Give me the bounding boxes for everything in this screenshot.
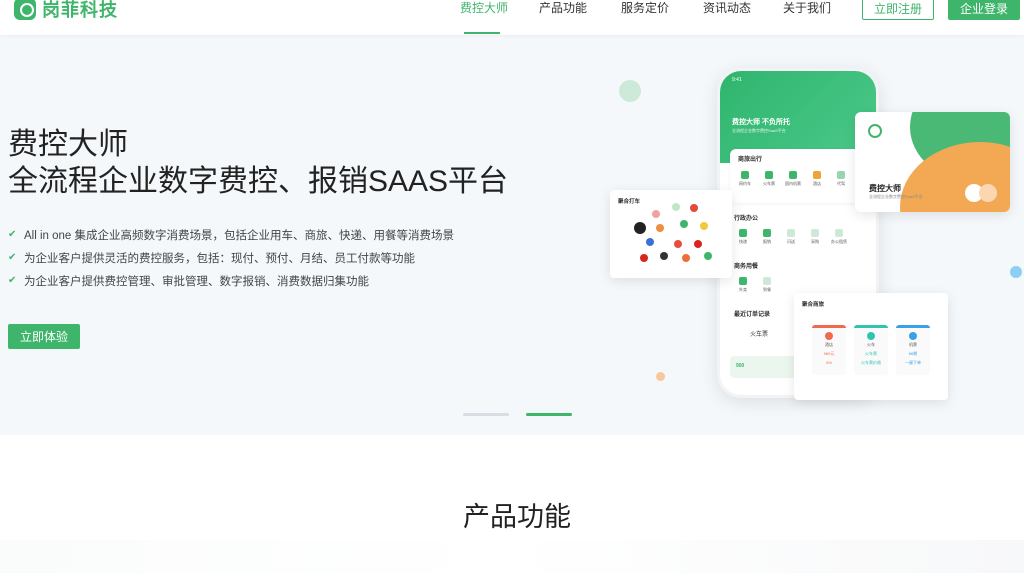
check-icon: ✔ [8,229,17,240]
feature-item: ✔ All in one 集成企业高频数字消费场景，包括企业用车、商旅、快递、用… [8,223,454,246]
train-icon [867,332,875,340]
taxi-logo-icon [690,204,698,212]
taxi-logo-icon [704,252,712,260]
travel-section-title: 商旅出行 [738,157,763,163]
office-icons: 快递 报销 闪送 采购 办公租赁 [734,229,848,245]
trip-col-price: 960元 [823,351,835,356]
nav-item-product-features[interactable]: 产品功能 [522,0,604,35]
hotel-icon [825,332,833,340]
section-strip [0,540,1024,573]
taxi-logo-icon [656,224,664,232]
nav-item-about-us[interactable]: 关于我们 [768,0,846,35]
register-button[interactable]: 立即注册 [862,0,934,20]
enterprise-login-button[interactable]: 企业登录 [948,0,1020,20]
taxi-logo-icon [682,254,690,262]
office-rent-icon[interactable]: 办公租赁 [830,229,848,245]
feature-item: ✔ 为企业客户提供灵活的费控服务，包括：现付、预付、月结、员工付款等功能 [8,246,454,269]
taxi-aggregation-card: 聚合打车 [610,190,732,278]
brand-card-subtitle: 全流程企业数字费控SaaS平台 [869,194,923,199]
designated-driver-icon[interactable]: 代驾 [832,171,850,187]
hero-banner: 费控大师 全流程企业数字费控、报销SAAS平台 ✔ All in one 集成企… [0,35,1024,435]
trip-col-label: 机票 [909,342,917,347]
taxi-logo-icon [646,238,654,246]
orders-section-title: 最近订单记录 [734,312,771,318]
brand-card-title: 费控大师 [869,184,901,193]
brand-card-dot [979,184,997,202]
plane-icon [909,332,917,340]
decor-circle [619,80,641,102]
top-navbar: 岗菲科技 费控大师 产品功能 服务定价 资讯动态 关于我们 立即注册 企业登录 [0,0,1024,35]
phone-headline: 费控大师 不负所托 [732,119,790,126]
taxi-card-title: 聚合打车 [618,199,641,205]
trip-col-note: 火车票价格 [861,360,881,365]
trip-column-hotel: 酒店 960元 6% [812,325,846,375]
meal-section-title: 商务用餐 [734,264,759,270]
trip-card-title: 聚合商旅 [802,302,825,308]
taxi-logo-icon [652,210,660,218]
phone-time: 9:41 [732,77,742,83]
taxi-logo-icon [694,240,702,248]
trip-column-train: 火车 火车票 火车票价格 [854,325,888,375]
travel-icons: 网约车 火车票 国内机票 酒店 代驾 [736,171,850,187]
feature-list: ✔ All in one 集成企业高频数字消费场景，包括企业用车、商旅、快递、用… [8,223,454,292]
phone-subline: 全流程企业数字费控SaaS平台 [732,128,786,133]
train-icon[interactable]: 火车票 [760,171,778,187]
dine-in-icon[interactable]: 到餐 [758,277,776,293]
main-nav: 费控大师 产品功能 服务定价 资讯动态 关于我们 [446,0,846,35]
taxi-logo-icon [640,254,648,262]
order-amount: 900 [736,363,745,369]
trip-col-note: 6% [826,360,832,365]
carousel-indicator-active[interactable] [526,413,572,416]
decor-circle [656,372,665,381]
taxi-logo-icon [634,222,646,234]
nav-item-news[interactable]: 资讯动态 [686,0,768,35]
flash-delivery-icon[interactable]: 闪送 [782,229,800,245]
hero-subtitle: 全流程企业数字费控、报销SAAS平台 [8,165,509,198]
nav-item-pricing[interactable]: 服务定价 [604,0,686,35]
feature-item: ✔ 为企业客户提供费控管理、审批管理、数字报销、消费数据归集功能 [8,269,454,292]
taxi-logo-icon [672,203,680,211]
meal-icons: 外卖 到餐 [734,277,776,293]
reimburse-icon[interactable]: 报销 [758,229,776,245]
brand-g-icon [868,124,882,138]
trip-col-note: 一键下单 [905,360,921,365]
trip-column-flight: 机票 ¥6期 一键下单 [896,325,930,375]
brand-logo[interactable]: 岗菲科技 [14,0,118,22]
product-features-heading: 产品功能 [463,502,571,532]
plane-icon[interactable]: 国内机票 [784,171,802,187]
taxi-logo-icon [660,252,668,260]
takeout-icon[interactable]: 外卖 [734,277,752,293]
nav-item-expense-master[interactable]: 费控大师 [446,0,522,35]
office-section-title: 行政办公 [734,216,759,222]
check-icon: ✔ [8,252,17,263]
logo-icon [14,0,36,20]
try-now-button[interactable]: 立即体验 [8,324,80,349]
feature-text: 为企业客户提供费控管理、审批管理、数字报销、消费数据归集功能 [24,275,369,288]
trip-col-price: ¥6期 [908,351,918,356]
feature-text: 为企业客户提供灵活的费控服务，包括：现付、预付、月结、员工付款等功能 [24,252,415,265]
hotel-icon[interactable]: 酒店 [808,171,826,187]
travel-aggregation-card: 聚合商旅 酒店 960元 6% 火车 火车票 火车票价格 机票 ¥6期 一键下单 [794,293,948,400]
brand-card: 费控大师 全流程企业数字费控SaaS平台 [855,112,1010,212]
procurement-icon[interactable]: 采购 [806,229,824,245]
taxi-logo-icon [700,222,708,230]
feature-text: All in one 集成企业高频数字消费场景，包括企业用车、商旅、快递、用餐等… [24,229,454,242]
check-icon: ✔ [8,275,17,286]
decor-circle [1010,266,1022,278]
express-icon[interactable]: 快递 [734,229,752,245]
taxi-icon[interactable]: 网约车 [736,171,754,187]
order-item-train: 火车票 [750,332,769,338]
carousel-indicator[interactable] [463,413,509,416]
taxi-logo-icon [674,240,682,248]
brand-name: 岗菲科技 [42,0,118,20]
trip-col-label: 火车 [867,342,875,347]
taxi-logo-icon [680,220,688,228]
trip-col-label: 酒店 [825,342,833,347]
trip-col-price: 火车票 [865,351,877,356]
